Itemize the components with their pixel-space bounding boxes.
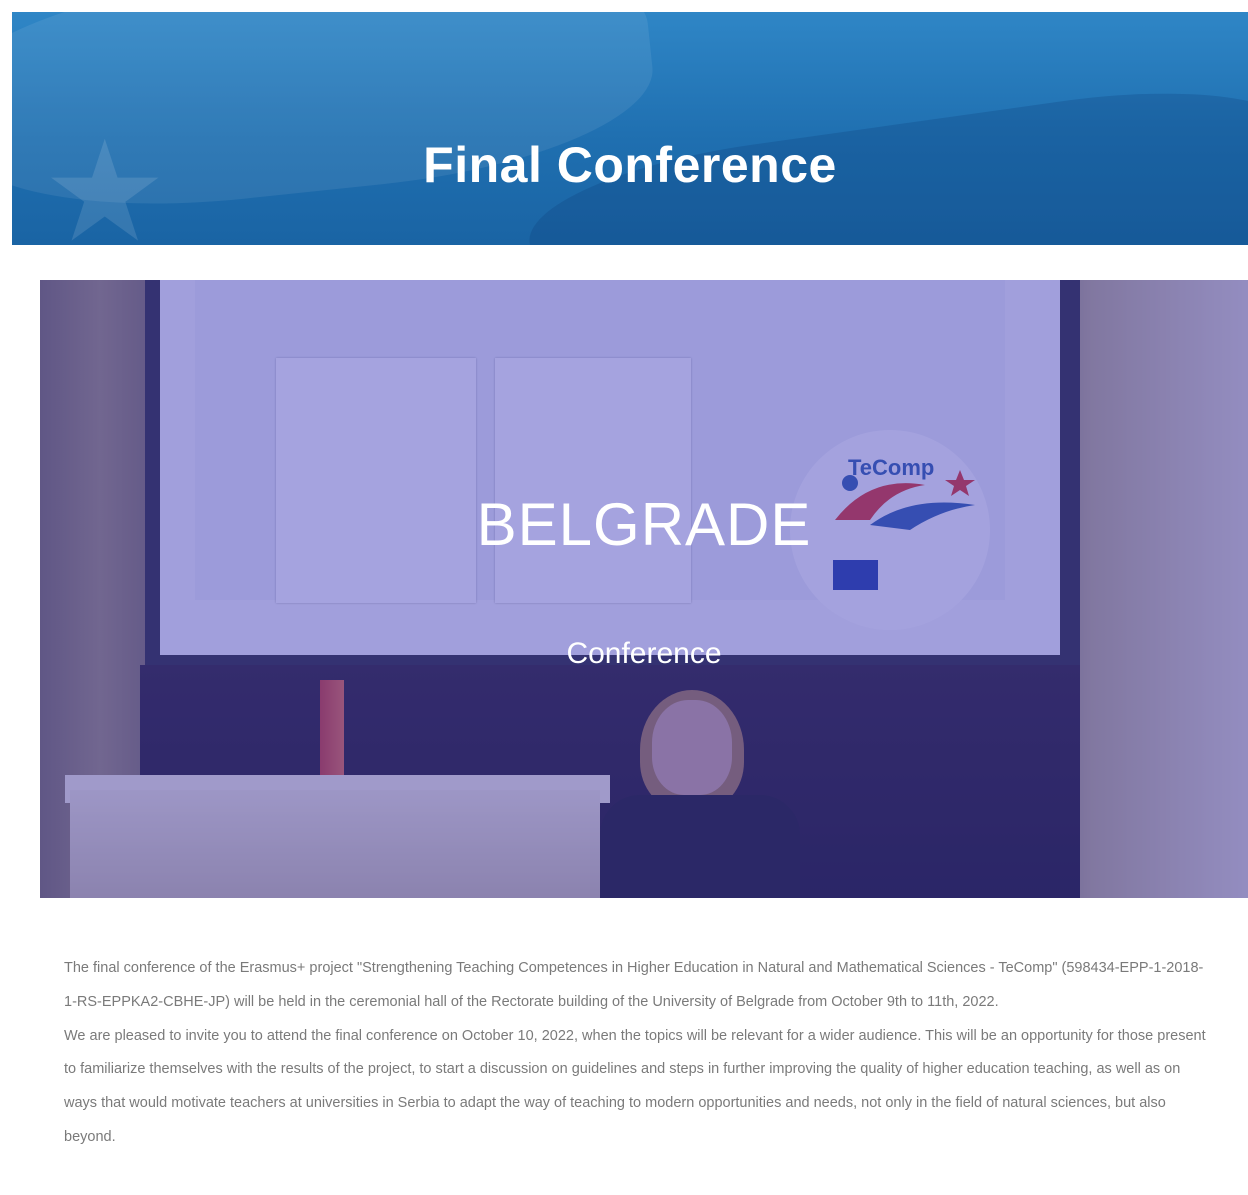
hero-title: BELGRADE	[476, 491, 812, 558]
article-paragraph: The final conference of the Erasmus+ pro…	[64, 960, 1204, 1010]
article-paragraph: We are pleased to invite you to attend t…	[64, 1027, 1206, 1145]
hero-overlay	[40, 280, 1248, 898]
page-title: Final Conference	[423, 136, 837, 193]
hero-image: TeComp BELGRADE Conference	[40, 280, 1248, 898]
page-banner: ★ Final Conference	[12, 12, 1248, 245]
page: ★ Final Conference TeComp BELGRADE Confe…	[0, 0, 1248, 1195]
article-body: The final conference of the Erasmus+ pro…	[64, 952, 1214, 1155]
hero-subtitle: Conference	[566, 637, 722, 670]
